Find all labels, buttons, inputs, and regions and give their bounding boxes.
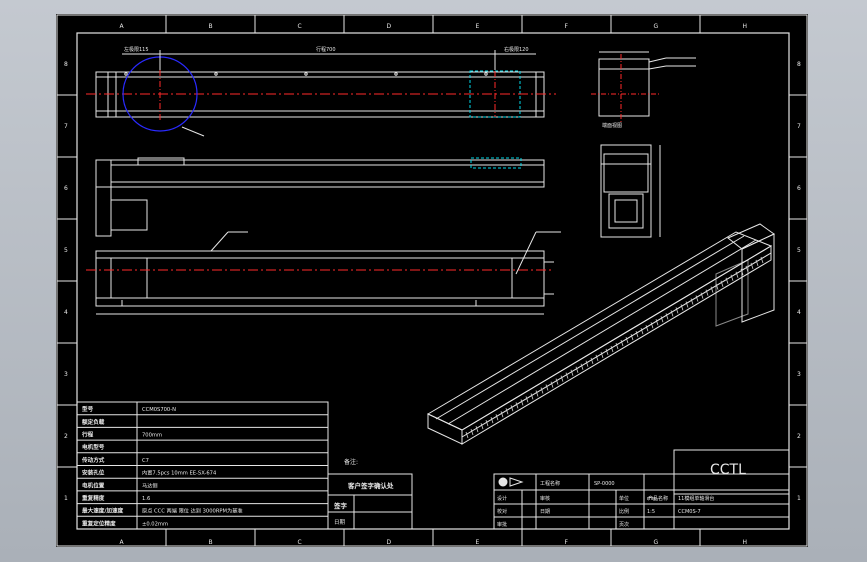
title-cell-c: 审核	[540, 495, 550, 502]
note-label: 备注:	[344, 458, 358, 466]
spec-row-label: 安装孔位	[82, 469, 105, 477]
zone-col-label: A	[120, 539, 125, 546]
spec-row-value: ±0.02mm	[142, 521, 168, 527]
zone-col-label: F	[565, 539, 569, 546]
customer-confirm-label: 客户签字确认处	[347, 481, 394, 490]
spec-row-value: 马达侧	[142, 481, 158, 489]
zone-row-label: 6	[64, 185, 68, 192]
zone-col-label: E	[476, 23, 480, 30]
zone-col-label: G	[654, 539, 659, 546]
left-limit-label: 左极限115	[124, 46, 149, 53]
title-cell-a: 审批	[497, 521, 507, 528]
zone-col-label: C	[298, 539, 302, 546]
zone-row-label: 7	[797, 123, 801, 130]
title-cell-e: 单位	[619, 495, 629, 502]
zone-row-label: 3	[64, 371, 68, 378]
inner-frame	[76, 32, 790, 530]
zone-row-label: 4	[797, 309, 801, 316]
spec-row-label: 重复定位精度	[82, 519, 116, 527]
spec-row-label: 行程	[81, 431, 94, 439]
zone-row-label: 3	[797, 371, 801, 378]
project-name-value: SP-0000	[594, 481, 615, 487]
zone-col-label: H	[743, 539, 748, 546]
title-cell-f: 1:5	[647, 509, 655, 515]
right-limit-label: 右极限120	[504, 46, 529, 53]
zone-col-label: C	[298, 23, 302, 30]
title-cell-a: 设计	[497, 495, 507, 502]
zone-col-label: A	[120, 23, 125, 30]
spec-row-label: 型号	[82, 405, 94, 413]
zone-row-label: 6	[797, 185, 801, 192]
company-logo: CCTL	[710, 462, 746, 478]
zone-row-label: 8	[797, 61, 801, 68]
iso-view	[426, 223, 775, 445]
zone-row-label: 8	[64, 61, 68, 68]
bottom-view	[86, 231, 561, 315]
date-label: 日期	[334, 519, 346, 526]
drawing-number: CCM0S-7	[678, 509, 701, 515]
drawing-canvas: AABBCCDDEEFFGGHH8 87 76 65 54 43 32 21 1 左极限115 …	[56, 14, 808, 547]
spec-row-label: 电机型号	[82, 443, 105, 451]
zone-col-label: D	[387, 539, 392, 546]
top-view	[86, 50, 556, 137]
spec-row-value: C7	[142, 458, 149, 464]
zone-col-label: F	[565, 23, 569, 30]
title-cell-e: 页次	[619, 521, 629, 528]
spec-row-label: 传动方式	[81, 456, 105, 464]
spec-row-value: 原点 CCC 两端 限位 达到 3000RPM为基准	[142, 507, 243, 515]
zone-col-label: G	[654, 23, 659, 30]
end-view-label: 端面视图	[602, 122, 622, 129]
spec-row-value: CCM0S700-N	[142, 407, 176, 413]
spec-row-value: 内置7.5pcs 10mm EE-SX-674	[142, 469, 217, 477]
title-cell-e: 比例	[619, 508, 629, 515]
zone-row-label: 2	[797, 433, 801, 440]
stroke-label: 行程700	[316, 46, 336, 53]
drawing-sheet[interactable]: AABBCCDDEEFFGGHH8877665544332211 左极限115 …	[56, 14, 808, 547]
zone-col-label: B	[209, 23, 213, 30]
zone-col-label: E	[476, 539, 480, 546]
zone-row-label: 7	[64, 123, 68, 130]
spec-row-value: 700mm	[142, 433, 162, 439]
spec-table: 型号 CCM0S700-N 额定负载行程 700mm 电机型号传动方式 C7 安装孔位 内置7…	[76, 401, 329, 530]
title-cell-f: mm	[647, 496, 657, 502]
product-name-value: 11模组单轴滑台	[678, 495, 714, 502]
end-view	[591, 51, 696, 122]
cad-viewport[interactable]: AABBCCDDEEFFGGHH8877665544332211 左极限115 …	[0, 0, 867, 562]
outer-frame	[56, 14, 808, 547]
zone-col-label: H	[743, 23, 748, 30]
side-view	[600, 144, 661, 238]
zone-row-label: 5	[797, 247, 801, 254]
spec-row-label: 额定负载	[82, 418, 105, 426]
sign-label: 签字	[333, 501, 348, 510]
project-name-label: 工程名称	[540, 480, 560, 487]
spec-row-label: 电机位置	[82, 481, 105, 489]
zone-row-label: 4	[64, 309, 68, 316]
spec-row-label: 重复精度	[82, 494, 105, 502]
zone-col-label: B	[209, 539, 213, 546]
title-cell-c: 日期	[540, 509, 550, 515]
front-view	[95, 157, 545, 237]
spec-row-value: 1.6	[142, 496, 150, 502]
zone-row-label: 5	[64, 247, 68, 254]
zone-markers: A A B B C C D D E E F F G G H H 8 8 7 7 6 6 5 5 4 4 3 3 2 2 1 1	[57, 15, 807, 546]
title-cell-a: 校对	[497, 508, 507, 515]
zone-row-label: 2	[64, 433, 68, 440]
zone-row-label: 1	[64, 495, 68, 502]
spec-row-label: 最大速度/加速度	[82, 507, 124, 515]
zone-row-label: 1	[797, 495, 801, 502]
zone-col-label: D	[387, 23, 392, 30]
